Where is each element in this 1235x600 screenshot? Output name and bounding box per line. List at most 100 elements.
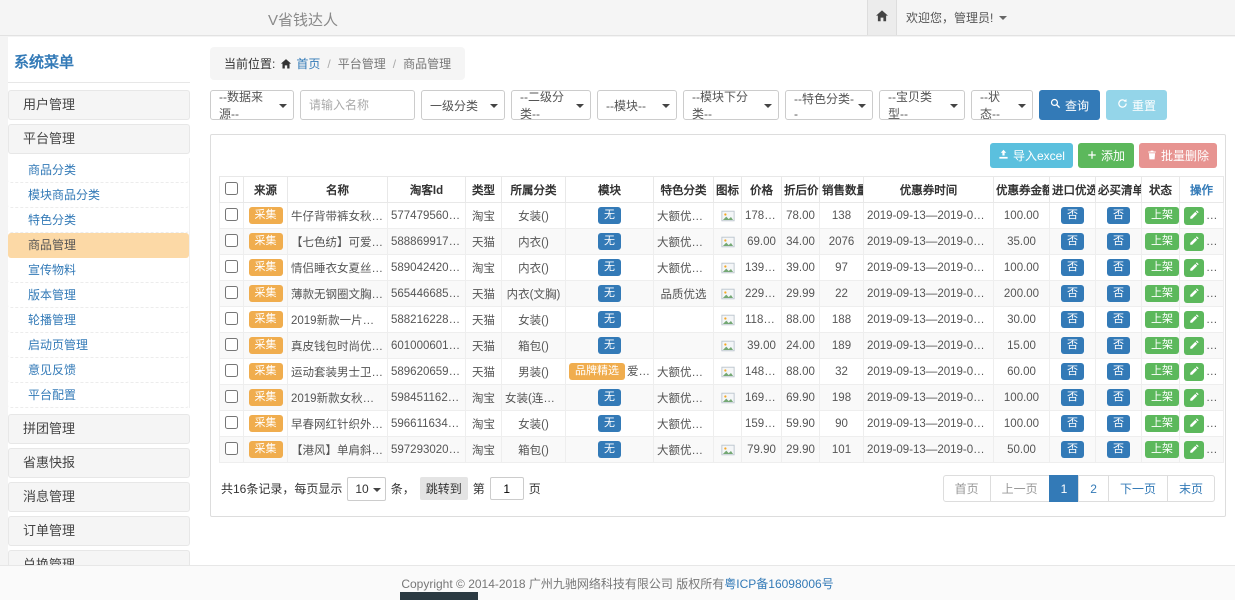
status-badge[interactable]: 上架 [1145,337,1179,354]
row-checkbox[interactable] [225,390,238,403]
page-button[interactable]: 下一页 [1108,475,1168,502]
import-select-cell-badge[interactable]: 否 [1061,207,1084,224]
jump-to-button[interactable]: 跳转到 [420,477,468,500]
status-badge[interactable]: 上架 [1145,311,1179,328]
must-buy-cell-badge[interactable]: 否 [1107,207,1130,224]
import-select-cell-badge[interactable]: 否 [1061,415,1084,432]
import-excel-button[interactable]: 导入excel [990,143,1073,168]
filter-select[interactable]: --特色分类-- [785,90,873,120]
edit-button[interactable] [1184,207,1204,225]
import-select-cell-badge[interactable]: 否 [1061,363,1084,380]
row-checkbox[interactable] [225,286,238,299]
row-checkbox[interactable] [225,234,238,247]
page-button[interactable]: 首页 [943,475,991,502]
edit-button[interactable] [1184,285,1204,303]
filter-select[interactable]: --状态-- [971,90,1033,120]
filter-select[interactable]: --模块-- [597,90,677,120]
must-buy-cell-badge[interactable]: 否 [1107,441,1130,458]
page-button[interactable]: 末页 [1167,475,1215,502]
column-header: 价格 [742,177,782,203]
batch-delete-button[interactable]: 批量删除 [1139,143,1217,168]
select-all-header [220,177,244,203]
status-badge[interactable]: 上架 [1145,259,1179,276]
must-buy-cell-badge[interactable]: 否 [1107,389,1130,406]
status-badge[interactable]: 上架 [1145,441,1179,458]
import-select-cell-badge[interactable]: 否 [1061,233,1084,250]
edit-button[interactable] [1184,441,1204,459]
row-checkbox[interactable] [225,208,238,221]
reset-button[interactable]: 重置 [1106,90,1167,120]
select-all-checkbox[interactable] [225,182,238,195]
sidebar-item[interactable]: 意见反馈 [8,358,189,383]
status-badge[interactable]: 上架 [1145,389,1179,406]
status-badge[interactable]: 上架 [1145,233,1179,250]
breadcrumb-home-link[interactable]: 首页 [280,55,320,72]
search-button[interactable]: 查询 [1039,90,1100,120]
import-select-cell-badge[interactable]: 否 [1061,389,1084,406]
sidebar-item[interactable]: 启动页管理 [8,333,189,358]
sidebar-item[interactable]: 版本管理 [8,283,189,308]
sidebar-item[interactable]: 平台配置 [8,383,189,408]
edit-button[interactable] [1184,259,1204,277]
table-row: 采集早春网红针织外套女春...596611634525淘宝女装()无大额优惠券1… [220,411,1224,437]
must-buy-cell-badge[interactable]: 否 [1107,363,1130,380]
page-button[interactable]: 2 [1078,475,1109,502]
filter-select[interactable]: --宝贝类型-- [879,90,965,120]
add-button[interactable]: 添加 [1078,143,1134,168]
status-badge[interactable]: 上架 [1145,285,1179,302]
status-badge[interactable]: 上架 [1145,363,1179,380]
edit-button[interactable] [1184,337,1204,355]
import-select-cell-badge[interactable]: 否 [1061,311,1084,328]
sidebar-item[interactable]: 模块商品分类 [8,183,189,208]
must-buy-cell-badge[interactable]: 否 [1107,311,1130,328]
source-badge: 采集 [249,311,283,328]
page-size-select[interactable]: 10 [347,477,385,501]
row-checkbox[interactable] [225,442,238,455]
row-checkbox[interactable] [225,364,238,377]
sidebar-section[interactable]: 平台管理 [8,124,190,154]
status-badge[interactable]: 上架 [1145,207,1179,224]
row-checkbox[interactable] [225,260,238,273]
home-button[interactable] [867,0,897,35]
filter-select[interactable]: --数据来源-- [210,90,294,120]
filter-select[interactable]: --模块下分类-- [683,90,779,120]
import-select-cell-badge[interactable]: 否 [1061,259,1084,276]
sidebar-section[interactable]: 用户管理 [8,90,190,120]
page-button[interactable]: 上一页 [990,475,1050,502]
jump-page-input[interactable] [490,477,524,500]
sidebar-item[interactable]: 商品分类 [8,158,189,183]
sidebar-item[interactable]: 特色分类 [8,208,189,233]
status-badge[interactable]: 上架 [1145,415,1179,432]
must-buy-cell-badge[interactable]: 否 [1107,233,1130,250]
edit-button[interactable] [1184,415,1204,433]
sidebar-item[interactable]: 商品管理 [8,233,189,258]
sidebar-section[interactable]: 省惠快报 [8,448,190,478]
edit-button[interactable] [1184,311,1204,329]
must-buy-cell-badge[interactable]: 否 [1107,285,1130,302]
sidebar-item[interactable]: 轮播管理 [8,308,189,333]
sidebar-section[interactable]: 订单管理 [8,516,190,546]
icp-link[interactable]: 粤ICP备16098006号 [724,575,833,592]
row-checkbox[interactable] [225,312,238,325]
import-select-cell-badge[interactable]: 否 [1061,441,1084,458]
filter-select[interactable]: 一级分类 [421,90,505,120]
plus-icon [1087,149,1097,163]
user-menu[interactable]: 欢迎您，管理员! [906,0,1007,35]
import-select-cell-badge[interactable]: 否 [1061,285,1084,302]
row-checkbox[interactable] [225,338,238,351]
edit-button[interactable] [1184,233,1204,251]
must-buy-cell-badge[interactable]: 否 [1107,337,1130,354]
import-select-cell-badge[interactable]: 否 [1061,337,1084,354]
edit-button[interactable] [1184,363,1204,381]
sidebar-section[interactable]: 拼团管理 [8,414,190,444]
must-buy-cell-badge[interactable]: 否 [1107,259,1130,276]
page-button[interactable]: 1 [1049,475,1080,502]
row-checkbox[interactable] [225,416,238,429]
product-name-cell: 2019新款女秋薄款... [288,385,388,411]
filter-select[interactable]: --二级分类-- [511,90,591,120]
sidebar-section[interactable]: 消息管理 [8,482,190,512]
edit-button[interactable] [1184,389,1204,407]
must-buy-cell-badge[interactable]: 否 [1107,415,1130,432]
sidebar-item[interactable]: 宣传物料 [8,258,189,283]
search-name-input[interactable] [300,90,415,120]
